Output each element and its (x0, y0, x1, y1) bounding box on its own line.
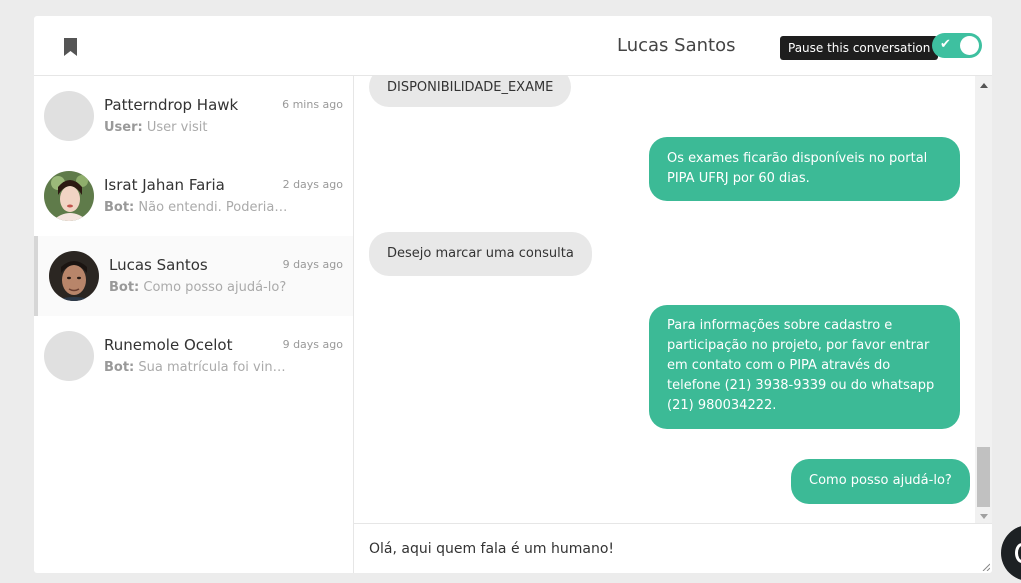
scrollbar-thumb[interactable] (977, 447, 990, 507)
toggle-knob (960, 36, 979, 55)
bookmark-icon[interactable] (63, 38, 78, 56)
preview-sender: Bot: (109, 280, 140, 295)
incoming-message: Desejo marcar uma consulta (369, 232, 592, 276)
resize-grip-icon[interactable] (982, 563, 990, 571)
conversation-preview: Bot: Não entendi. Poderia me… (104, 200, 289, 215)
conversation-time: 9 days ago (282, 338, 343, 351)
conversation-list: Patterndrop Hawk 6 mins ago User: User v… (34, 76, 354, 573)
preview-text: Sua matrícula foi vincul… (138, 360, 289, 375)
conversation-item-patterndrop-hawk[interactable]: Patterndrop Hawk 6 mins ago User: User v… (34, 76, 353, 156)
chat-bubble-icon (1015, 543, 1021, 563)
chat-header: Lucas Santos Pause this conversation ✔ (34, 16, 992, 76)
check-icon: ✔ (940, 37, 951, 52)
avatar (44, 331, 94, 381)
conversation-name: Patterndrop Hawk (104, 96, 239, 114)
conversation-time: 9 days ago (282, 258, 343, 271)
chat-panel: Lucas Santos Pause this conversation ✔ P… (34, 16, 992, 573)
preview-sender: User: (104, 120, 143, 135)
scroll-up-arrow-icon[interactable] (980, 83, 988, 88)
conversation-title: Lucas Santos (617, 35, 736, 56)
conversation-preview: Bot: Sua matrícula foi vincul… (104, 360, 289, 375)
scroll-down-arrow-icon[interactable] (980, 514, 988, 519)
preview-text: User visit (146, 120, 208, 135)
message-composer: Olá, aqui quem fala é um humano! (354, 523, 992, 573)
outgoing-message: Os exames ficarão disponíveis no portal … (649, 137, 960, 201)
conversation-name: Runemole Ocelot (104, 336, 233, 354)
avatar (49, 251, 99, 301)
preview-text: Como posso ajudá-lo? (143, 280, 287, 295)
conversation-preview: Bot: Como posso ajudá-lo? (109, 280, 294, 295)
thread-scrollbar[interactable] (975, 76, 992, 523)
conversation-time: 2 days ago (282, 178, 343, 191)
outgoing-message: Para informações sobre cadastro e partic… (649, 305, 960, 429)
conversation-name: Lucas Santos (109, 256, 208, 274)
conversation-item-israt-jahan-faria[interactable]: Israt Jahan Faria 2 days ago Bot: Não en… (34, 156, 353, 236)
pause-conversation-toggle[interactable]: ✔ (932, 33, 982, 58)
avatar (44, 171, 94, 221)
conversation-time: 6 mins ago (282, 98, 343, 111)
message-input[interactable]: Olá, aqui quem fala é um humano! (354, 524, 992, 573)
chat-launcher-button[interactable] (1001, 525, 1021, 581)
outgoing-message: Como posso ajudá-lo? (791, 459, 970, 504)
pause-tooltip: Pause this conversation (780, 36, 945, 60)
conversation-item-runemole-ocelot[interactable]: Runemole Ocelot 9 days ago Bot: Sua matr… (34, 316, 353, 396)
preview-text: Não entendi. Poderia me… (138, 200, 289, 215)
conversation-name: Israt Jahan Faria (104, 176, 225, 194)
incoming-message: DISPONIBILIDADE_EXAME (369, 76, 572, 107)
preview-sender: Bot: (104, 200, 135, 215)
conversation-item-lucas-santos[interactable]: Lucas Santos 9 days ago Bot: Como posso … (34, 236, 353, 316)
message-thread[interactable]: DISPONIBILIDADE_EXAME Os exames ficarão … (354, 76, 992, 523)
conversation-preview: User: User visit (104, 120, 289, 135)
avatar (44, 91, 94, 141)
preview-sender: Bot: (104, 360, 135, 375)
